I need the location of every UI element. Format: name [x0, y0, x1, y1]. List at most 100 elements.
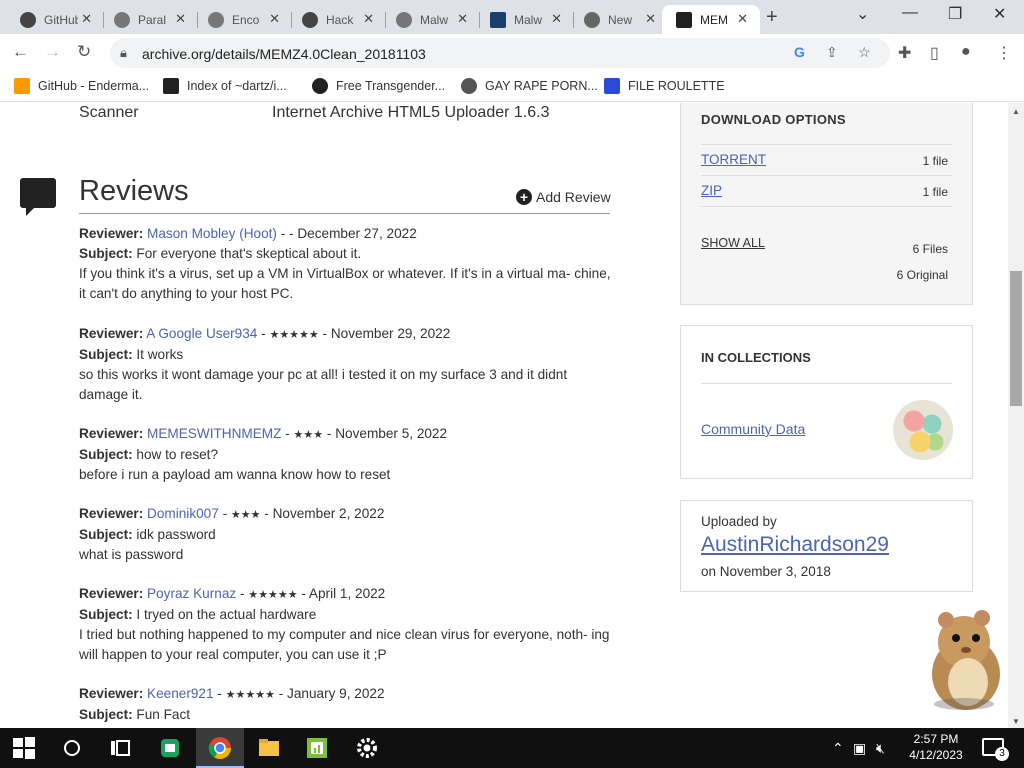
download-row-zip: ZIP 1 file: [701, 175, 952, 206]
collection-link[interactable]: Community Data: [701, 421, 805, 437]
share-icon[interactable]: ⇪: [826, 44, 838, 61]
close-icon[interactable]: ✕: [269, 11, 280, 27]
page-icon: [163, 78, 179, 94]
tab-enco[interactable]: Enco ✕: [194, 5, 292, 34]
extensions-icon[interactable]: ✚: [898, 43, 911, 63]
restore-button[interactable]: ❐: [948, 4, 962, 24]
reload-button[interactable]: ↻: [77, 42, 91, 62]
archive-icon: [676, 11, 692, 28]
windows-start-icon[interactable]: [12, 736, 36, 760]
rating-stars: ★★★★★: [269, 329, 319, 341]
scroll-down-icon[interactable]: ▼: [1012, 717, 1020, 726]
scroll-up-icon[interactable]: ▲: [1012, 107, 1020, 116]
rating-stars: ★★★★★: [225, 689, 275, 701]
tab-hack[interactable]: Hack ✕: [288, 5, 386, 34]
close-icon[interactable]: ✕: [81, 11, 92, 27]
close-icon[interactable]: ✕: [457, 11, 468, 27]
tab-bar: GitHub ✕ Paral ✕ Enco ✕ Hack ✕ Malw ✕ Malw ✕ N…: [0, 0, 1024, 34]
bookmark-index[interactable]: Index of ~dartz/i...: [163, 78, 287, 94]
chrome-taskbar-button[interactable]: [196, 728, 244, 768]
file-explorer-icon[interactable]: [257, 736, 281, 760]
collections-panel: IN COLLECTIONS Community Data: [680, 325, 973, 479]
page-content: Scanner Internet Archive HTML5 Uploader …: [0, 103, 1008, 728]
close-icon[interactable]: ✕: [363, 11, 374, 27]
add-review-button[interactable]: + Add Review: [516, 189, 611, 205]
reviewer-link[interactable]: A Google User934: [146, 326, 257, 341]
close-icon[interactable]: ✕: [737, 11, 748, 27]
tab-malw-2[interactable]: Malw ✕: [476, 5, 574, 34]
address-bar[interactable]: 🔒︎ archive.org/details/MEMZ4.0Clean_2018…: [110, 38, 890, 68]
notification-icon[interactable]: 3: [982, 738, 1009, 761]
download-row-torrent: TORRENT 1 file: [701, 144, 952, 175]
minimize-button[interactable]: —: [902, 4, 918, 22]
task-view-icon[interactable]: [108, 736, 132, 760]
spreadsheet-app-icon[interactable]: [305, 736, 329, 760]
collection-thumbnail[interactable]: [893, 400, 953, 460]
close-icon[interactable]: ✕: [551, 11, 562, 27]
scrollbar-thumb[interactable]: [1010, 271, 1022, 406]
zip-link[interactable]: ZIP: [701, 183, 722, 198]
rating-stars: ★★★★★: [248, 589, 298, 601]
tab-malw-1[interactable]: Malw ✕: [382, 5, 480, 34]
profile-icon[interactable]: ●: [961, 43, 971, 61]
metadata-value: Internet Archive HTML5 Uploader 1.6.3: [272, 104, 550, 121]
uploader-link[interactable]: AustinRichardson29: [701, 533, 889, 557]
bookmark-star-icon[interactable]: ☆: [858, 44, 871, 61]
sheets-icon[interactable]: [158, 736, 182, 760]
speech-bubble-icon: [20, 178, 56, 216]
review-item: Reviewer: Mason Mobley (Hoot) - - Decemb…: [79, 226, 611, 301]
bookmark-file-roulette[interactable]: FILE ROULETTE: [604, 78, 725, 94]
github-icon: [302, 11, 318, 28]
scrollbar[interactable]: ▲ ▼: [1008, 103, 1024, 728]
collections-title: IN COLLECTIONS: [701, 350, 811, 365]
reviewer-link[interactable]: Dominik007: [147, 506, 219, 521]
network-icon[interactable]: ▣: [853, 740, 866, 757]
search-icon[interactable]: [60, 736, 84, 760]
back-button[interactable]: ←: [12, 42, 29, 62]
file-icon: [604, 78, 620, 94]
url-text: archive.org/details/MEMZ4.0Clean_2018110…: [142, 46, 426, 62]
tab-memz[interactable]: MEM ✕: [662, 5, 760, 34]
rating-stars: ★★★: [293, 429, 324, 441]
bookmark-gay[interactable]: GAY RAPE PORN...: [461, 78, 598, 94]
malwarebytes-icon: [490, 11, 506, 28]
google-icon[interactable]: G: [794, 44, 805, 60]
globe-icon: [208, 11, 224, 28]
chevron-down-icon[interactable]: ⌄: [856, 4, 869, 24]
bookmark-free-trans[interactable]: Free Transgender...: [312, 78, 445, 94]
sidebar-icon[interactable]: ▯: [930, 43, 939, 63]
forward-button[interactable]: →: [44, 42, 61, 62]
tab-github[interactable]: GitHub ✕: [6, 5, 104, 34]
divider: [79, 213, 610, 214]
clock[interactable]: 2:57 PM 4/12/2023: [906, 731, 966, 763]
chevron-up-icon[interactable]: ⌃: [832, 740, 844, 757]
tab-paral[interactable]: Paral ✕: [100, 5, 198, 34]
close-icon[interactable]: ✕: [645, 11, 656, 27]
close-window-button[interactable]: ✕: [993, 4, 1006, 24]
plus-circle-icon: +: [516, 189, 532, 205]
reviewer-link[interactable]: Poyraz Kurnaz: [147, 586, 236, 601]
metadata-key: Scanner: [79, 104, 139, 121]
new-tab-button[interactable]: +: [766, 6, 778, 29]
review-item: Reviewer: MEMESWITHNMEMZ - ★★★ - Novembe…: [79, 426, 448, 482]
review-item: Reviewer: Dominik007 - ★★★ - November 2,…: [79, 506, 385, 562]
reviewer-link[interactable]: MEMESWITHNMEMZ: [147, 426, 281, 441]
pornhub-icon: [14, 78, 30, 94]
reviewer-link[interactable]: Keener921: [147, 686, 214, 701]
notification-count: 3: [995, 747, 1009, 761]
close-icon[interactable]: ✕: [175, 11, 186, 27]
chrome-icon: [208, 737, 231, 759]
rating-stars: ★★★: [230, 509, 261, 521]
reviews-heading: Reviews: [79, 175, 189, 207]
bookmark-github[interactable]: GitHub - Enderma...: [14, 78, 149, 94]
globe-icon: [114, 11, 130, 28]
settings-gear-icon[interactable]: [355, 736, 379, 760]
torrent-link[interactable]: TORRENT: [701, 152, 766, 167]
review-item: Reviewer: A Google User934 - ★★★★★ - Nov…: [79, 326, 568, 402]
volume-muted-icon[interactable]: 🔇︎: [876, 740, 885, 757]
reviewer-link[interactable]: Mason Mobley (Hoot): [147, 226, 277, 241]
show-all-link[interactable]: SHOW ALL: [701, 236, 765, 250]
tab-new[interactable]: New ✕: [570, 5, 668, 34]
menu-icon[interactable]: ⋮: [996, 43, 1012, 63]
globe-icon: [461, 78, 477, 94]
